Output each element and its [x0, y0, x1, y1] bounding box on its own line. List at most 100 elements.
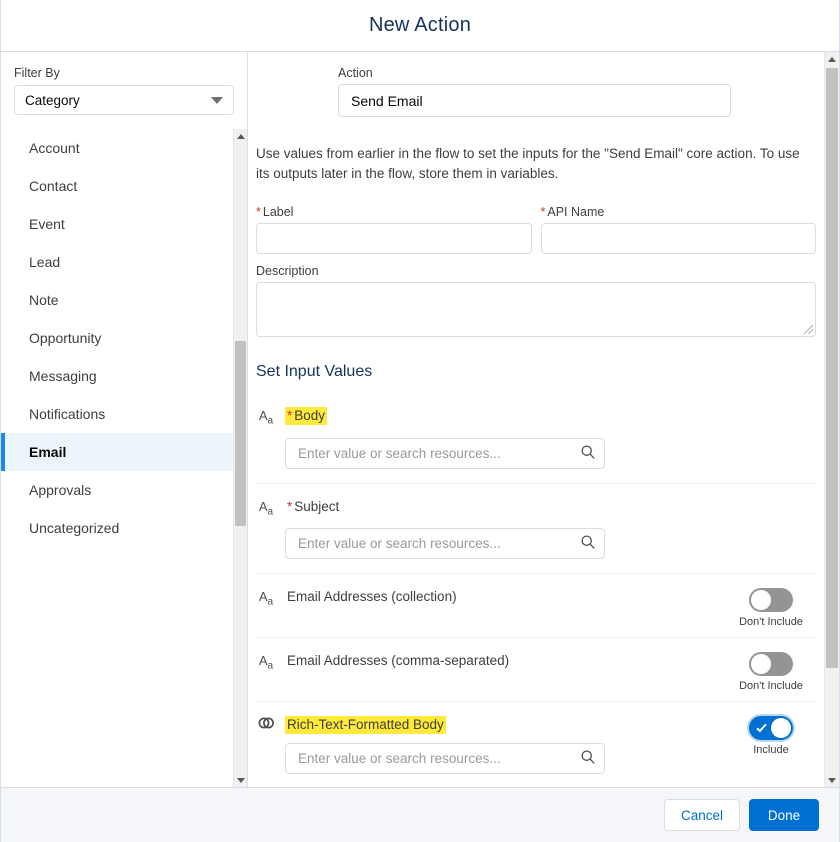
text-aa-icon: Aa [258, 589, 274, 608]
input-value-label: Email Addresses (comma-separated) [287, 653, 510, 669]
sidebar-item-label: Account [29, 140, 80, 156]
api-name-field-label: * API Name [540, 205, 605, 219]
category-sidebar: Filter By Category Account Contact Event Le… [1, 52, 248, 787]
search-icon[interactable] [580, 444, 596, 463]
sidebar-item-label: Uncategorized [29, 520, 120, 536]
required-asterisk: * [256, 205, 261, 219]
boolean-icon [256, 716, 276, 732]
sidebar-scroll-down-arrow[interactable] [234, 773, 247, 787]
sidebar-item-label: Messaging [29, 368, 97, 384]
input-value-row: Aa Email Addresses (comma-separated) Don't… [256, 638, 816, 703]
description-label: Description [256, 264, 319, 278]
resource-search-placeholder: Enter value or search resources... [298, 536, 501, 552]
input-value-row: Rich-Text-Formatted Body Enter value or s… [256, 702, 816, 787]
api-name-input[interactable] [540, 223, 816, 254]
modal-footer: Cancel Done [1, 787, 839, 842]
main-scroll-thumb[interactable] [826, 68, 838, 668]
required-asterisk: * [287, 498, 293, 514]
include-toggle-label: Don't Include [739, 680, 803, 693]
include-toggle-label: Include [753, 744, 789, 757]
resource-search-placeholder: Enter value or search resources... [298, 751, 501, 767]
filter-by-group: Filter By Category [1, 52, 247, 123]
sidebar-item-label: Event [29, 216, 65, 232]
sidebar-item-note[interactable]: Note [1, 281, 233, 319]
done-button[interactable]: Done [749, 799, 819, 831]
sidebar-item-lead[interactable]: Lead [1, 243, 233, 281]
sidebar-item-opportunity[interactable]: Opportunity [1, 319, 233, 357]
sidebar-item-label: Approvals [29, 482, 92, 498]
text-aa-icon: Aa [258, 408, 274, 427]
resource-search-input[interactable]: Enter value or search resources... [285, 743, 605, 775]
resource-search-input[interactable]: Enter value or search resources... [285, 528, 605, 560]
sidebar-item-event[interactable]: Event [1, 205, 233, 243]
action-value: Send Email [351, 92, 423, 109]
modal-body: Filter By Category Account Contact Event Le… [1, 52, 839, 787]
modal-header: New Action [1, 0, 839, 52]
search-icon[interactable] [580, 534, 596, 553]
sidebar-scroll-thumb[interactable] [235, 341, 246, 526]
main-scroll-down-arrow[interactable] [825, 773, 839, 787]
sidebar-item-label: Lead [29, 254, 61, 270]
sidebar-item-label: Email [29, 444, 67, 460]
api-name-field-group: * API Name [540, 205, 816, 254]
description-field-group: Description [256, 264, 816, 337]
resource-search-placeholder: Enter value or search resources... [298, 445, 501, 461]
text-aa-icon: Aa [258, 653, 274, 672]
sidebar-item-contact[interactable]: Contact [1, 167, 233, 205]
sidebar-scroll-up-arrow[interactable] [234, 129, 247, 143]
include-toggle[interactable] [749, 716, 793, 741]
sidebar-item-approvals[interactable]: Approvals [1, 471, 233, 509]
action-field-group: Action Send Email [338, 66, 731, 117]
required-asterisk: * [287, 408, 293, 423]
sidebar-item-uncategorized[interactable]: Uncategorized [1, 509, 233, 547]
sidebar-item-label: Notifications [29, 406, 106, 422]
sidebar-scrollbar[interactable] [233, 129, 247, 787]
sidebar-item-label: Opportunity [29, 330, 102, 346]
text-aa-icon: Aa [258, 498, 274, 518]
input-value-row: Aa * Subject Enter value or search resource… [256, 484, 816, 575]
label-apiname-row: * Label * API Name [256, 205, 816, 254]
sidebar-item-email[interactable]: Email [1, 433, 233, 471]
sidebar-item-account[interactable]: Account [1, 129, 233, 167]
sidebar-item-label: Note [29, 292, 59, 308]
help-text: Use values from earlier in the flow to s… [256, 146, 800, 181]
include-toggle-group: Don't Include [732, 652, 810, 692]
filter-by-value: Category [25, 92, 80, 108]
category-list: Account Contact Event Lead Note Opportunity Me… [1, 129, 233, 787]
sidebar-item-label: Contact [29, 178, 78, 194]
main-scroll-up-arrow[interactable] [825, 52, 839, 66]
sidebar-item-messaging[interactable]: Messaging [1, 357, 233, 395]
include-toggle-group: Include [732, 716, 810, 756]
label-field-group: * Label [256, 205, 532, 254]
new-action-modal: New Action Filter By Category Account Con… [0, 0, 840, 842]
category-list-wrapper: Account Contact Event Lead Note Opportunity Me… [1, 129, 247, 787]
description-textarea[interactable] [256, 282, 816, 337]
cancel-button[interactable]: Cancel [663, 799, 740, 831]
label-field-label: * Label [256, 205, 294, 219]
filter-by-select[interactable]: Category [14, 85, 234, 115]
include-toggle[interactable] [749, 652, 793, 677]
required-asterisk: * [540, 205, 546, 219]
main-scrollbar[interactable] [824, 52, 839, 787]
input-values-list: Aa * Body Enter value or search resources..… [256, 393, 816, 787]
input-value-label: Rich-Text-Formatted Body [285, 716, 446, 735]
input-value-label: * Subject [287, 498, 340, 514]
main-panel: Action Send Email Use values from earlie… [248, 52, 839, 787]
include-toggle[interactable] [749, 588, 793, 613]
include-toggle-group: Don't Include [732, 588, 810, 628]
label-input[interactable] [256, 223, 532, 254]
action-input[interactable]: Send Email [338, 84, 731, 117]
action-label: Action [338, 66, 373, 80]
chevron-down-icon [211, 96, 223, 104]
main-scroll-area: Action Send Email Use values from earlie… [248, 52, 824, 787]
sidebar-item-notifications[interactable]: Notifications [1, 395, 233, 433]
resource-search-input[interactable]: Enter value or search resources... [285, 437, 605, 469]
input-value-label: * Body [285, 407, 328, 425]
page-title: New Action [368, 14, 472, 36]
input-value-row: Aa * Body Enter value or search resources..… [256, 393, 816, 484]
include-toggle-label: Don't Include [739, 616, 803, 629]
input-value-row: Aa Email Addresses (collection) Don't Incl… [256, 574, 816, 639]
input-value-label: Email Addresses (collection) [287, 589, 457, 605]
filter-by-label: Filter By [14, 66, 60, 80]
search-icon[interactable] [580, 749, 596, 768]
